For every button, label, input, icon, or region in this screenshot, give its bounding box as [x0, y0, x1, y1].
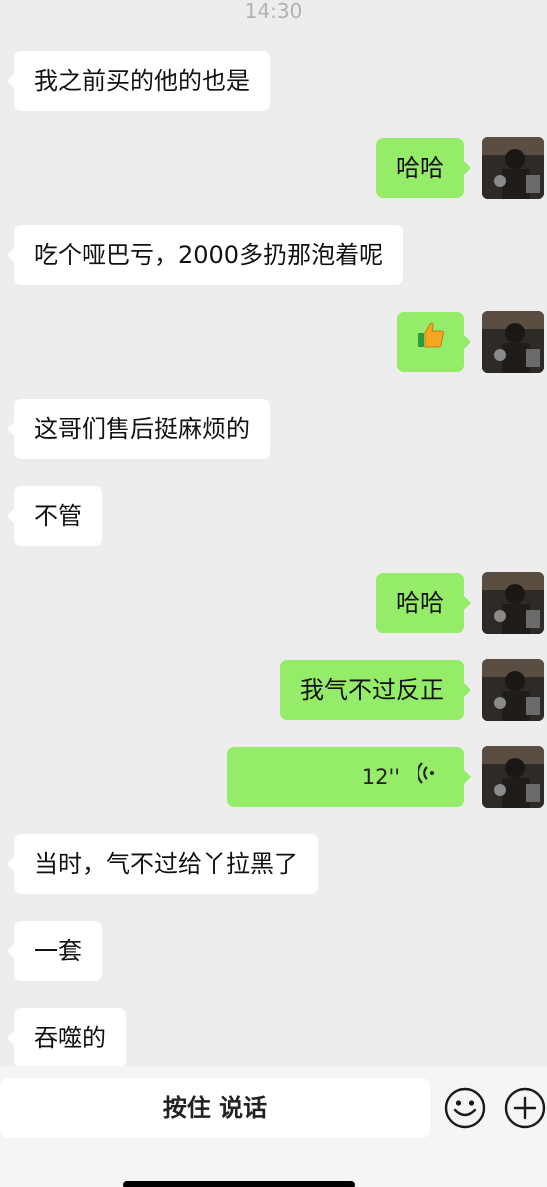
message-bubble[interactable]: 一套 [7, 921, 102, 981]
message-bubble[interactable] [397, 312, 471, 372]
input-bar: 按住 说话 [0, 1066, 547, 1187]
avatar[interactable] [482, 659, 544, 721]
voice-message: 12'' [227, 747, 471, 807]
message-sent: 我气不过反正 [280, 660, 471, 720]
emoji-icon[interactable] [444, 1087, 486, 1129]
hold-to-talk-button[interactable]: 按住 说话 [0, 1078, 430, 1138]
voice-wave-icon [416, 747, 438, 807]
message-bubble[interactable]: 吞噬的 [7, 1008, 126, 1068]
message-received: 不管 [7, 486, 102, 546]
message-received: 我之前买的他的也是 [7, 51, 270, 111]
avatar[interactable] [482, 311, 544, 373]
avatar[interactable] [482, 746, 544, 808]
message-received: 这哥们售后挺麻烦的 [7, 399, 270, 459]
message-bubble[interactable]: 吃个哑巴亏，2000多扔那泡着呢 [6, 225, 404, 285]
message-bubble[interactable]: 我气不过反正 [280, 660, 471, 720]
message-received: 吞噬的 [7, 1008, 126, 1068]
message-bubble[interactable]: 不管 [7, 486, 102, 546]
thumbs-up-icon [416, 312, 446, 372]
voice-bubble[interactable]: 12'' [227, 747, 471, 807]
avatar[interactable] [482, 572, 544, 634]
message-bubble[interactable]: 我之前买的他的也是 [7, 51, 270, 111]
message-received: 一套 [7, 921, 102, 981]
home-indicator [123, 1181, 355, 1187]
avatar[interactable] [482, 137, 544, 199]
message-bubble[interactable]: 当时，气不过给丫拉黑了 [7, 834, 318, 894]
message-received: 当时，气不过给丫拉黑了 [7, 834, 318, 894]
message-received: 吃个哑巴亏，2000多扔那泡着呢 [6, 225, 404, 285]
message-sent [397, 312, 471, 372]
message-sent: 哈哈 [376, 573, 471, 633]
message-bubble[interactable]: 哈哈 [376, 573, 471, 633]
message-bubble[interactable]: 哈哈 [376, 138, 471, 198]
timestamp: 14:30 [244, 0, 303, 23]
voice-duration: 12'' [361, 765, 400, 789]
message-sent: 哈哈 [376, 138, 471, 198]
plus-icon[interactable] [504, 1087, 546, 1129]
message-bubble[interactable]: 这哥们售后挺麻烦的 [7, 399, 270, 459]
